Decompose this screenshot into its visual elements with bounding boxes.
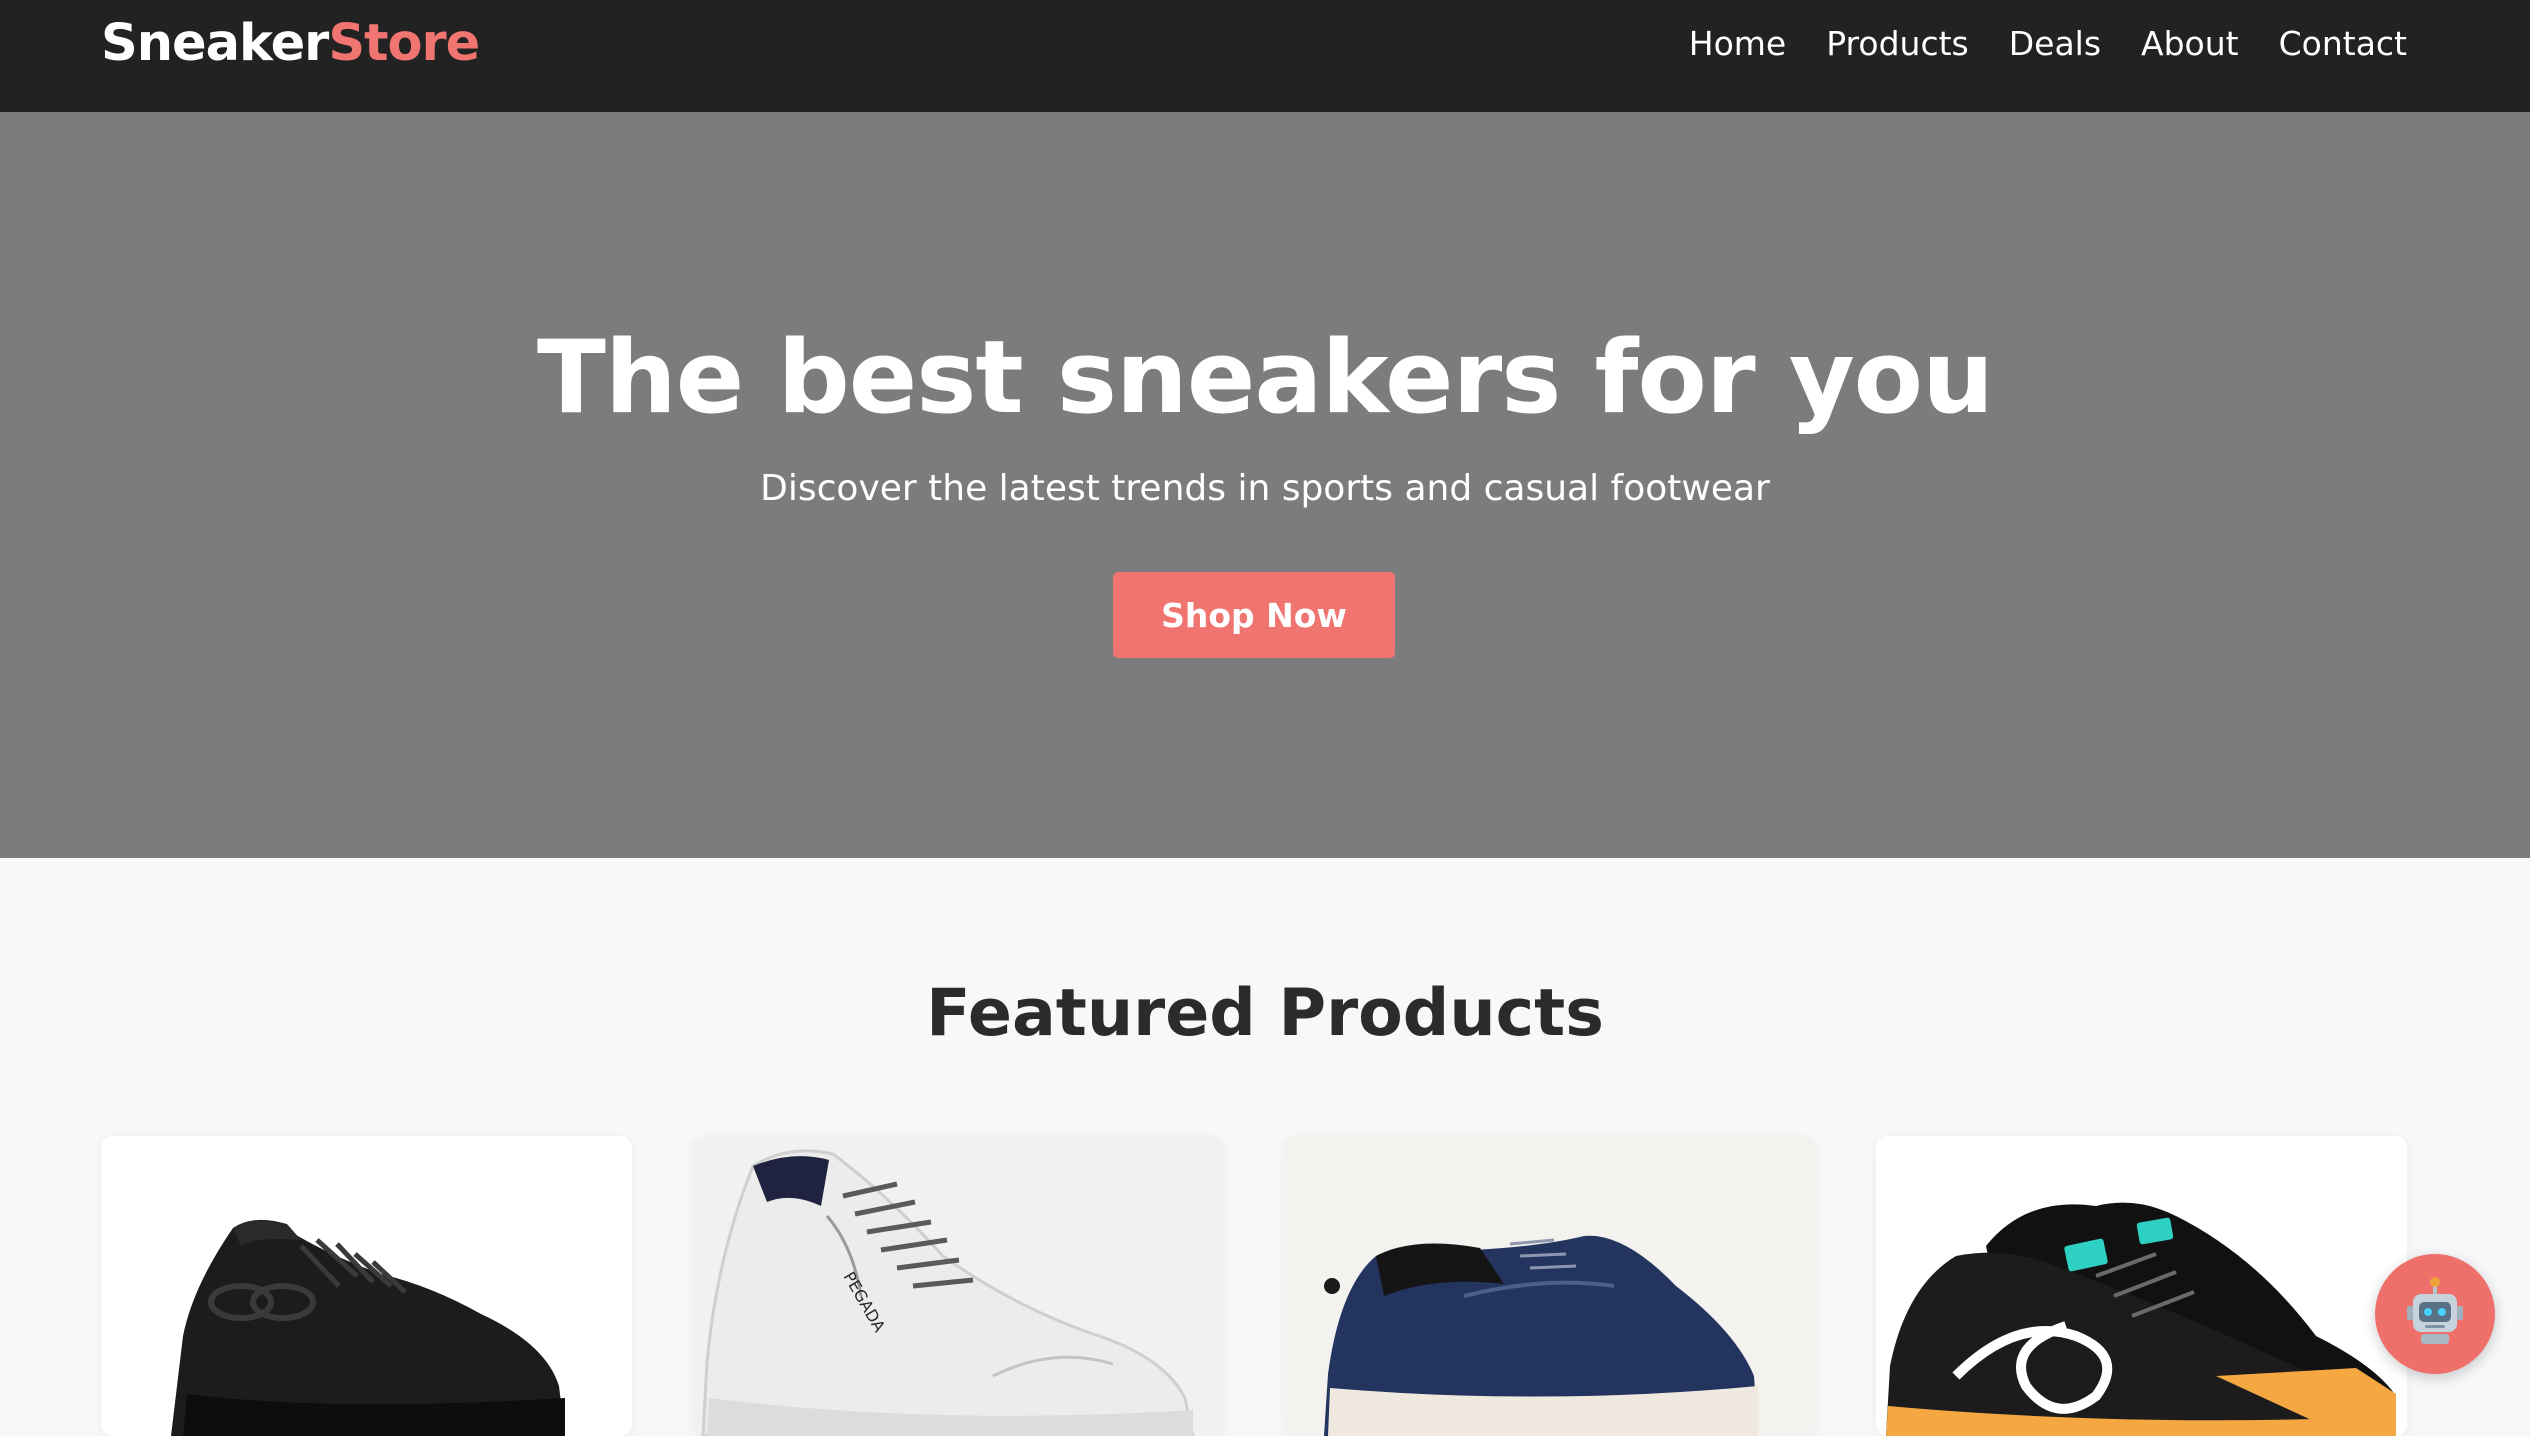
- navy-canvas-sneaker-image: [1284, 1136, 1815, 1436]
- product-card[interactable]: [1876, 1136, 2407, 1436]
- nav-link-about[interactable]: About: [2141, 24, 2239, 63]
- brand-logo[interactable]: SneakerStore: [101, 14, 480, 73]
- hero-subtitle: Discover the latest trends in sports and…: [760, 468, 1770, 509]
- hero-title: The best sneakers for you: [537, 318, 1994, 436]
- robot-icon: [2407, 1277, 2463, 1344]
- hero-banner: The best sneakers for you Discover the l…: [0, 112, 2530, 858]
- product-card[interactable]: PEGADA: [693, 1136, 1224, 1436]
- chat-bot-button[interactable]: [2375, 1254, 2495, 1374]
- nav-link-contact[interactable]: Contact: [2279, 24, 2407, 63]
- featured-products-heading: Featured Products: [926, 976, 1604, 1051]
- white-leather-sneaker-image: PEGADA: [693, 1136, 1224, 1436]
- product-card[interactable]: [1284, 1136, 1815, 1436]
- brand-name-main: Sneaker: [101, 14, 329, 73]
- black-knit-sneaker-image: [101, 1136, 632, 1436]
- nav-link-deals[interactable]: Deals: [2009, 24, 2101, 63]
- main-nav: Home Products Deals About Contact: [1689, 24, 2407, 63]
- nav-link-home[interactable]: Home: [1689, 24, 1786, 63]
- product-card[interactable]: [101, 1136, 632, 1436]
- shop-now-button[interactable]: Shop Now: [1113, 572, 1395, 658]
- navbar: SneakerStore Home Products Deals About C…: [0, 0, 2530, 112]
- brand-name-accent: Store: [328, 14, 480, 73]
- black-suede-orange-sole-sneaker-image: [1876, 1136, 2407, 1436]
- nav-link-products[interactable]: Products: [1826, 24, 1969, 63]
